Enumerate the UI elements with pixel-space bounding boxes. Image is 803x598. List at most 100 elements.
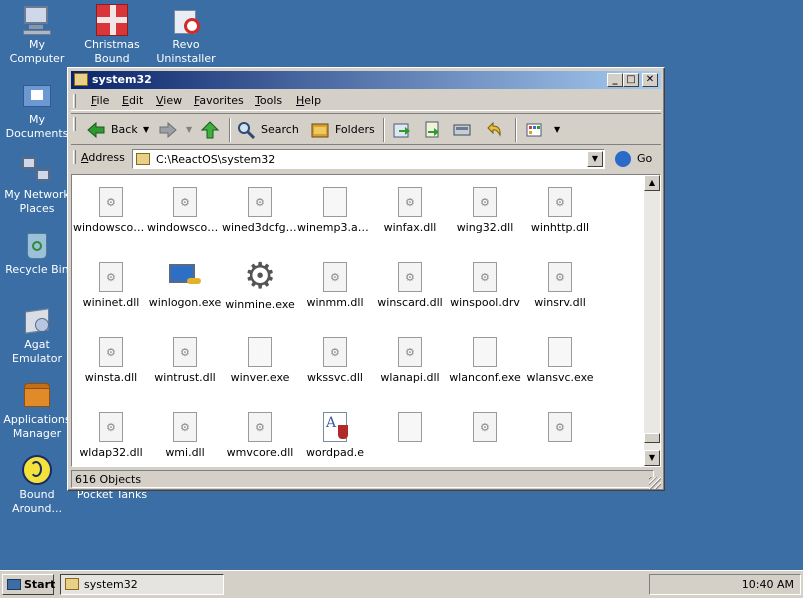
menu-file[interactable]: File [91, 94, 109, 107]
delete-icon [453, 124, 471, 136]
file-item[interactable]: winver.exe [222, 337, 298, 384]
menu-bar: File Edit View Favorites Tools Help [71, 91, 661, 111]
file-item[interactable]: winscard.dll [372, 262, 448, 309]
file-item[interactable]: wininet.dll [73, 262, 149, 309]
start-button[interactable]: Start [2, 574, 56, 595]
toolbar-separator [515, 118, 517, 142]
desktop-icon-christmas-bound[interactable]: Christmas Bound [75, 4, 149, 66]
desktop-icon-label: My Network Places [4, 188, 70, 215]
dll-file-icon [248, 187, 272, 217]
desktop-icon-agat-emulator[interactable]: Agat Emulator [0, 304, 74, 366]
file-item[interactable] [447, 412, 523, 446]
dll-file-icon [99, 412, 123, 442]
views-button[interactable] [525, 118, 547, 142]
file-item[interactable]: winsrv.dll [522, 262, 598, 309]
file-item[interactable] [372, 412, 448, 446]
views-dropdown-icon[interactable]: ▼ [554, 118, 560, 142]
file-item[interactable]: wing32.dll [447, 187, 523, 234]
address-input[interactable] [154, 151, 574, 167]
file-item[interactable]: windowscod... [147, 187, 223, 234]
menu-edit[interactable]: Edit [122, 94, 143, 107]
up-button[interactable] [201, 118, 223, 142]
grip-handle[interactable] [73, 94, 76, 108]
file-item[interactable]: winmine.exe [222, 256, 298, 311]
maximize-button[interactable]: □ [623, 73, 639, 87]
taskbar-item-system32[interactable]: system32 [60, 574, 224, 595]
back-arrow-icon [87, 121, 105, 139]
folder-icon [65, 578, 79, 590]
vertical-scrollbar[interactable]: ▲ ▼ [644, 175, 660, 466]
file-view[interactable]: windowscod...windowscod...wined3dcfg.cpl… [71, 174, 661, 467]
menu-favorites[interactable]: Favorites [194, 94, 244, 107]
scroll-thumb[interactable] [644, 433, 660, 443]
file-item[interactable]: winlogon.exe [147, 262, 223, 309]
file-item[interactable]: winsta.dll [73, 337, 149, 384]
desktop-icon-recycle-bin[interactable]: Recycle Bin [0, 229, 74, 277]
menu-view[interactable]: View [156, 94, 182, 107]
file-item[interactable]: windowscod... [73, 187, 149, 234]
dll-file-icon [398, 262, 422, 292]
scroll-up-button[interactable]: ▲ [644, 175, 660, 191]
desktop-icon-revo-uninstaller[interactable]: Revo Uninstaller [149, 4, 223, 66]
delete-button[interactable] [453, 118, 475, 142]
move-to-button[interactable] [393, 118, 415, 142]
file-item[interactable]: wlanconf.exe [447, 337, 523, 384]
title-bar[interactable]: system32 _ □ ✕ [71, 71, 661, 89]
close-button[interactable]: ✕ [642, 73, 658, 87]
desktop-icon-applications-manager[interactable]: Applications Manager [0, 379, 74, 441]
file-item[interactable]: winspool.drv [447, 262, 523, 309]
grip-handle[interactable] [73, 117, 76, 131]
file-item[interactable]: wkssvc.dll [297, 337, 373, 384]
file-item[interactable]: wmi.dll [147, 412, 223, 459]
search-icon [238, 122, 255, 139]
undo-button[interactable] [485, 118, 507, 142]
file-name: wordpad.e [305, 446, 364, 459]
desktop-icon-my-computer[interactable]: My Computer [0, 4, 74, 66]
file-name: wkssvc.dll [307, 371, 363, 384]
file-item[interactable]: wldap32.dll [73, 412, 149, 459]
grip-handle[interactable] [73, 150, 76, 164]
file-item[interactable]: wmvcore.dll [222, 412, 298, 459]
file-name: wldap32.dll [79, 446, 143, 459]
network-icon [21, 154, 53, 186]
forward-button[interactable] [159, 118, 181, 142]
file-item[interactable]: winhttp.dll [522, 187, 598, 234]
desktop-icon-label: My Documents [5, 113, 69, 140]
address-field[interactable]: ▼ [132, 149, 605, 169]
file-icon [248, 337, 272, 367]
file-item[interactable]: Awordpad.e [297, 412, 373, 459]
file-item[interactable] [522, 412, 598, 446]
search-button[interactable]: Search [237, 118, 303, 142]
address-dropdown-button[interactable]: ▼ [587, 151, 603, 167]
file-item[interactable]: wintrust.dll [147, 337, 223, 384]
desktop-icon-my-documents[interactable]: My Documents [0, 79, 74, 141]
start-label: Start [24, 578, 56, 591]
file-item[interactable]: winmm.dll [297, 262, 373, 309]
resize-grip[interactable] [649, 477, 661, 489]
menu-help[interactable]: Help [296, 94, 321, 107]
menu-tools[interactable]: Tools [255, 94, 282, 107]
go-button[interactable]: Go [615, 149, 657, 169]
back-dropdown-icon[interactable]: ▼ [143, 118, 149, 142]
folders-button[interactable]: Folders [311, 118, 375, 142]
forward-dropdown-icon[interactable]: ▼ [186, 118, 192, 142]
scroll-down-button[interactable]: ▼ [644, 450, 660, 466]
file-item[interactable]: winfax.dll [372, 187, 448, 234]
file-item[interactable]: wlansvc.exe [522, 337, 598, 384]
back-button[interactable]: Back [87, 118, 145, 142]
file-name: winspool.drv [450, 296, 520, 309]
up-arrow-icon [201, 121, 219, 139]
dll-file-icon [398, 187, 422, 217]
desktop-icon-bound-around[interactable]: Bound Around... [0, 454, 74, 516]
file-item[interactable]: wlanapi.dll [372, 337, 448, 384]
minimize-button[interactable]: _ [607, 73, 623, 87]
file-item[interactable]: wined3dcfg.cpl [222, 187, 298, 234]
clock[interactable]: 10:40 AM [742, 578, 794, 591]
copy-to-button[interactable] [423, 118, 445, 142]
desktop-icon-my-network-places[interactable]: My Network Places [0, 154, 74, 216]
explorer-window[interactable]: system32 _ □ ✕ File Edit View Favorites … [67, 67, 665, 491]
file-item[interactable]: winemp3.acm [297, 187, 373, 234]
desktop-icon-label: My Computer [9, 38, 65, 65]
file-icon [473, 337, 497, 367]
dll-file-icon [173, 187, 197, 217]
